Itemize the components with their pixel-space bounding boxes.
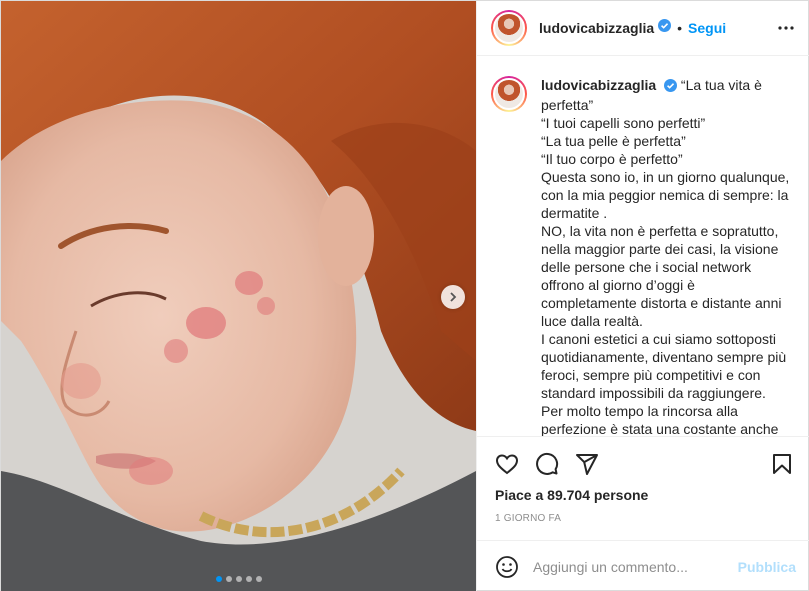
caption-line: “Il tuo corpo è perfetto” — [541, 151, 683, 167]
post-caption: ludovicabizzaglia “La tua vita è perfett… — [541, 76, 794, 436]
post-media[interactable] — [1, 1, 476, 591]
comment-icon — [536, 452, 559, 475]
likes-count[interactable]: Piace a 89.704 persone — [491, 487, 794, 503]
caption-line: perfezione è stata una costante anche — [541, 421, 779, 436]
caption-line: quotidianamente, diventano sempre più — [541, 349, 787, 365]
caption-line: dermatite . — [541, 205, 608, 221]
caption-avatar[interactable] — [491, 76, 527, 112]
caption-line: feroci, sempre più competitivi e con — [541, 367, 761, 383]
likes-prefix: Piace a — [495, 487, 548, 503]
caption-line: completamente distorta e distante anni — [541, 295, 782, 311]
publish-button[interactable]: Pubblica — [738, 559, 796, 575]
caption-area[interactable]: ludovicabizzaglia “La tua vita è perfett… — [477, 56, 809, 436]
likes-number: 89.704 — [547, 487, 590, 503]
post-header: ludovicabizzaglia • Segui — [477, 1, 809, 56]
caption-line: “I tuoi capelli sono perfetti” — [541, 115, 706, 131]
verified-icon — [658, 19, 672, 37]
comment-button[interactable] — [535, 452, 559, 476]
next-image-button[interactable] — [441, 285, 465, 309]
carousel-dot — [215, 576, 222, 582]
separator-dot: • — [677, 20, 683, 36]
header-username[interactable]: ludovicabizzaglia — [539, 20, 654, 36]
caption-line: I canoni estetici a cui siamo sottoposti — [541, 331, 777, 347]
carousel-indicator — [1, 576, 476, 582]
follow-button[interactable]: Segui — [688, 20, 726, 36]
caption-line: nella maggior parte dei casi, la visione — [541, 241, 779, 257]
likes-suffix: persone — [589, 487, 649, 503]
save-button[interactable] — [770, 452, 794, 476]
post-timestamp[interactable]: 1 GIORNO FA — [491, 513, 794, 524]
caption-line: Questa sono io, in un giorno qualunque, — [541, 169, 790, 185]
more-options-button[interactable] — [778, 26, 794, 30]
emoji-icon — [496, 555, 518, 578]
like-button[interactable] — [495, 452, 519, 476]
caption-line: standard impossibili da raggiungere. — [541, 385, 766, 401]
carousel-dot — [225, 576, 232, 582]
verified-icon — [664, 78, 678, 96]
caption-line: NO, la vita non è perfetta e sopratutto, — [541, 223, 779, 239]
heart-icon — [495, 454, 519, 475]
caption-line: “La tua vita è — [680, 77, 762, 93]
carousel-dot — [235, 576, 242, 582]
caption-line: perfetta” — [541, 97, 594, 113]
comment-input[interactable] — [533, 558, 738, 575]
post-actions-section: Piace a 89.704 persone 1 GIORNO FA — [477, 436, 809, 540]
carousel-dot — [245, 576, 252, 582]
comment-box: Pubblica — [477, 540, 809, 591]
caption-line: con la mia peggior nemica di sempre: la — [541, 187, 789, 203]
post-side-panel: ludovicabizzaglia • Segui ludovicabizzag… — [476, 1, 809, 591]
bookmark-icon — [773, 454, 791, 474]
carousel-dot — [255, 576, 262, 582]
post-photo — [1, 1, 476, 591]
emoji-button[interactable] — [495, 555, 519, 579]
caption-username[interactable]: ludovicabizzaglia — [541, 77, 656, 93]
action-bar — [491, 437, 794, 491]
share-icon — [576, 454, 598, 475]
caption-line: “La tua pelle è perfetta” — [541, 133, 686, 149]
next-arrow-icon — [450, 292, 457, 302]
caption-line: Per molto tempo la rincorsa alla — [541, 403, 738, 419]
post-modal: ludovicabizzaglia • Segui ludovicabizzag… — [0, 0, 809, 591]
caption-line: offrono al giorno d’oggi è — [541, 277, 695, 293]
more-options-icon — [778, 26, 794, 30]
share-button[interactable] — [575, 452, 599, 476]
caption-line: delle persone che i social network — [541, 259, 752, 275]
avatar[interactable] — [491, 10, 527, 46]
caption-line: luce dalla realtà. — [541, 313, 643, 329]
